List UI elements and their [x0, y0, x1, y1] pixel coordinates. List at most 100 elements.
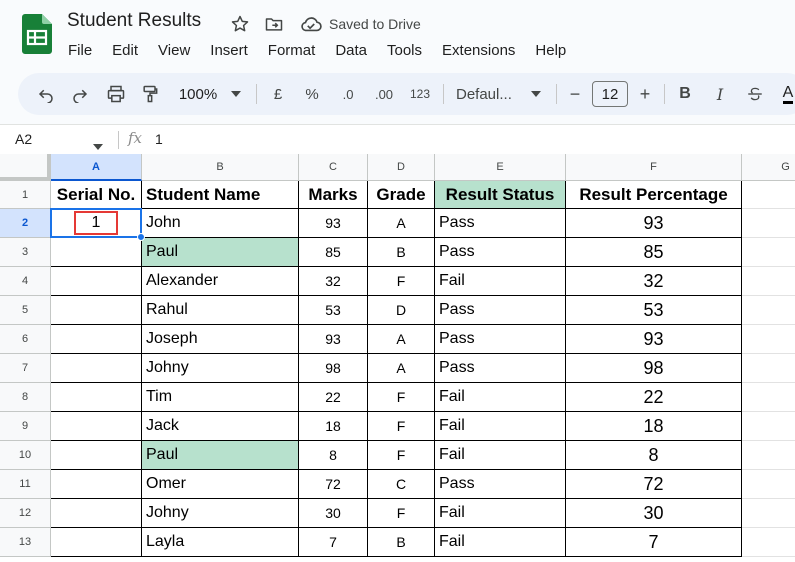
cell-name[interactable]: Paul: [142, 441, 299, 470]
row-header-8[interactable]: 8: [0, 383, 51, 412]
column-header-f[interactable]: F: [566, 154, 742, 181]
cell-empty[interactable]: [742, 412, 795, 441]
row-header-5[interactable]: 5: [0, 296, 51, 325]
cell-percentage[interactable]: 93: [566, 325, 742, 354]
cell-name[interactable]: Johny: [142, 499, 299, 528]
cell-marks[interactable]: 72: [299, 470, 368, 499]
row-header-13[interactable]: 13: [0, 528, 51, 557]
cell-empty[interactable]: [742, 209, 795, 238]
cell-marks[interactable]: 30: [299, 499, 368, 528]
cell-marks[interactable]: 93: [299, 209, 368, 238]
header-cell-percentage[interactable]: Result Percentage: [566, 181, 742, 209]
header-cell-status[interactable]: Result Status: [435, 181, 566, 209]
redo-icon[interactable]: [68, 73, 92, 115]
header-cell-grade[interactable]: Grade: [368, 181, 435, 209]
cloud-saved-icon[interactable]: [298, 13, 324, 35]
header-cell-serial[interactable]: Serial No.: [51, 181, 142, 209]
cell-empty[interactable]: [742, 296, 795, 325]
menu-view[interactable]: View: [148, 41, 200, 61]
print-icon[interactable]: [104, 73, 128, 115]
star-icon[interactable]: [229, 13, 251, 35]
cell-empty[interactable]: [742, 499, 795, 528]
cell-percentage[interactable]: 32: [566, 267, 742, 296]
column-header-d[interactable]: D: [368, 154, 435, 181]
cell-name[interactable]: Paul: [142, 238, 299, 267]
column-header-b[interactable]: B: [142, 154, 299, 181]
cell-empty[interactable]: [742, 441, 795, 470]
cell-grade[interactable]: F: [368, 441, 435, 470]
cell-grade[interactable]: D: [368, 296, 435, 325]
cell-status[interactable]: Fail: [435, 412, 566, 441]
cell-empty[interactable]: [742, 181, 795, 209]
bold-button[interactable]: B: [675, 73, 695, 115]
menu-data[interactable]: Data: [325, 41, 377, 61]
cell-empty[interactable]: [742, 528, 795, 557]
select-all-corner[interactable]: [0, 154, 51, 181]
percent-format-button[interactable]: %: [302, 73, 322, 115]
undo-icon[interactable]: [34, 73, 58, 115]
cell-percentage[interactable]: 8: [566, 441, 742, 470]
cell-grade[interactable]: A: [368, 354, 435, 383]
number-format-button[interactable]: 123: [406, 73, 434, 115]
cell-serial[interactable]: [51, 383, 142, 412]
cell-grade[interactable]: F: [368, 383, 435, 412]
formula-input[interactable]: 1: [155, 131, 163, 147]
cell-name[interactable]: Omer: [142, 470, 299, 499]
cell-marks[interactable]: 98: [299, 354, 368, 383]
font-family-select[interactable]: Defaul...: [456, 73, 520, 115]
row-header-11[interactable]: 11: [0, 470, 51, 499]
row-header-6[interactable]: 6: [0, 325, 51, 354]
font-size-input[interactable]: 12: [592, 81, 628, 107]
cell-grade[interactable]: F: [368, 499, 435, 528]
cell-marks[interactable]: 53: [299, 296, 368, 325]
column-header-a[interactable]: A: [51, 154, 142, 181]
cell-name[interactable]: Rahul: [142, 296, 299, 325]
zoom-select[interactable]: 100%: [174, 73, 222, 115]
cell-name[interactable]: Johny: [142, 354, 299, 383]
cell-name[interactable]: Jack: [142, 412, 299, 441]
menu-insert[interactable]: Insert: [200, 41, 258, 61]
strikethrough-icon[interactable]: [744, 73, 766, 115]
cell-status[interactable]: Fail: [435, 441, 566, 470]
cell-serial[interactable]: [51, 499, 142, 528]
cell-serial[interactable]: [51, 238, 142, 267]
increase-font-size-button[interactable]: +: [636, 73, 654, 115]
cell-empty[interactable]: [742, 470, 795, 499]
menu-format[interactable]: Format: [258, 41, 326, 61]
cell-empty[interactable]: [742, 383, 795, 412]
menu-edit[interactable]: Edit: [102, 41, 148, 61]
menu-file[interactable]: File: [58, 41, 102, 61]
cell-status[interactable]: Pass: [435, 354, 566, 383]
row-header-4[interactable]: 4: [0, 267, 51, 296]
cell-grade[interactable]: A: [368, 325, 435, 354]
row-header-12[interactable]: 12: [0, 499, 51, 528]
cell-name[interactable]: Alexander: [142, 267, 299, 296]
decrease-decimal-button[interactable]: .0: [334, 73, 362, 115]
cell-percentage[interactable]: 98: [566, 354, 742, 383]
cell-grade[interactable]: F: [368, 267, 435, 296]
cell-name[interactable]: Layla: [142, 528, 299, 557]
cell-empty[interactable]: [742, 267, 795, 296]
menu-extensions[interactable]: Extensions: [432, 41, 525, 61]
cell-status[interactable]: Pass: [435, 325, 566, 354]
cell-serial[interactable]: [51, 296, 142, 325]
menu-tools[interactable]: Tools: [377, 41, 432, 61]
column-header-c[interactable]: C: [299, 154, 368, 181]
cell-empty[interactable]: [742, 354, 795, 383]
cell-marks[interactable]: 22: [299, 383, 368, 412]
cell-marks[interactable]: 18: [299, 412, 368, 441]
cell-status[interactable]: Pass: [435, 470, 566, 499]
name-box[interactable]: A2: [15, 131, 32, 147]
cell-marks[interactable]: 8: [299, 441, 368, 470]
paint-format-icon[interactable]: [138, 73, 162, 115]
cell-status[interactable]: Pass: [435, 296, 566, 325]
row-header-10[interactable]: 10: [0, 441, 51, 470]
cell-percentage[interactable]: 72: [566, 470, 742, 499]
row-header-9[interactable]: 9: [0, 412, 51, 441]
cell-grade[interactable]: F: [368, 412, 435, 441]
cell-percentage[interactable]: 18: [566, 412, 742, 441]
cell-serial[interactable]: [51, 325, 142, 354]
name-box-dropdown-icon[interactable]: [93, 137, 103, 155]
column-header-g[interactable]: G: [742, 154, 795, 181]
cell-percentage[interactable]: 53: [566, 296, 742, 325]
